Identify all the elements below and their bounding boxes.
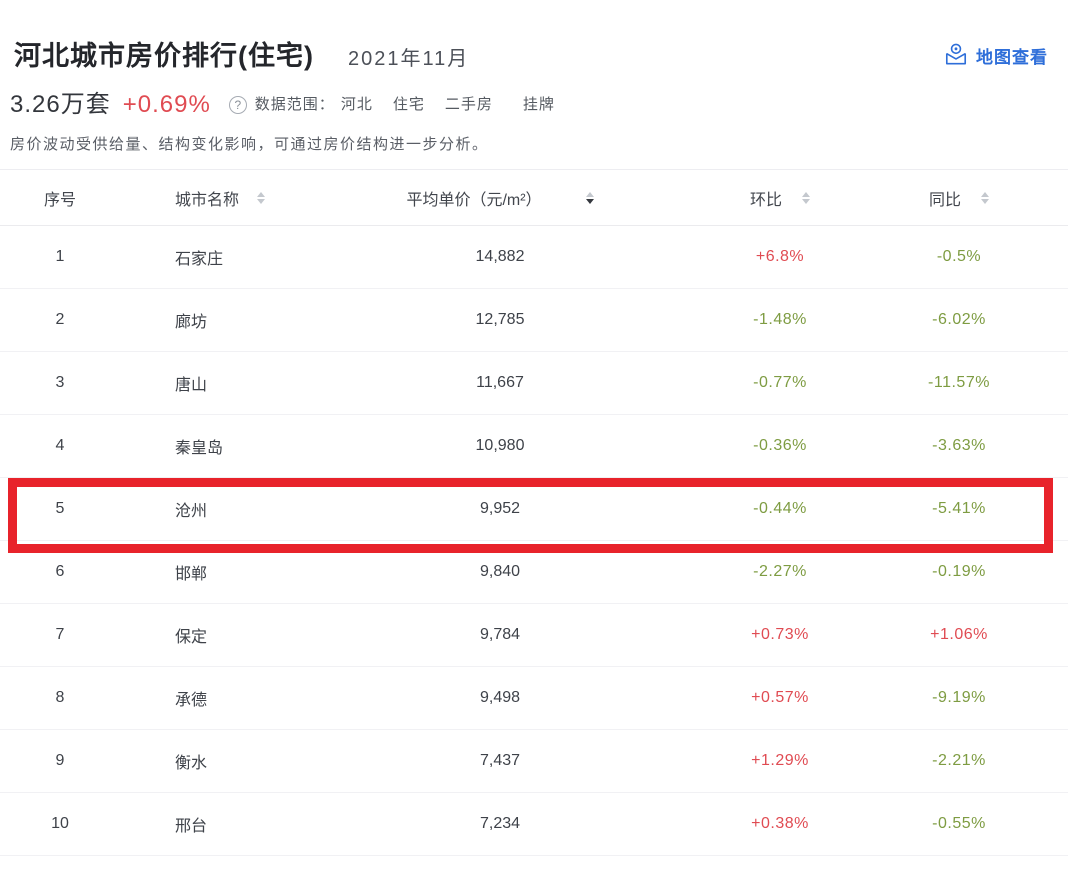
mom-cell: +0.57% (670, 689, 890, 707)
rank-cell: 4 (0, 437, 120, 455)
help-icon[interactable]: ? (229, 96, 247, 114)
mom-cell: -2.27% (670, 563, 890, 581)
table-row[interactable]: 2 廊坊 12,785 -1.48% -6.02% (0, 289, 1068, 352)
yoy-cell: -0.5% (890, 248, 1068, 266)
scope-label: 数据范围： (255, 96, 335, 113)
price-cell: 9,498 (330, 689, 670, 707)
page-title: 河北城市房价排行(住宅) (14, 36, 314, 76)
listing-change: +0.69% (123, 90, 211, 120)
scope-tag-type[interactable]: 住宅 (393, 96, 425, 113)
map-pin-icon (943, 42, 969, 68)
listing-count: 3.26万套 (10, 90, 111, 120)
col-header-yoy[interactable]: 同比 (890, 186, 1068, 210)
table-row[interactable]: 6 邯郸 9,840 -2.27% -0.19% (0, 541, 1068, 604)
price-cell: 9,952 (330, 500, 670, 518)
yoy-cell: -5.41% (890, 500, 1068, 518)
mom-cell: +6.8% (670, 248, 890, 266)
mom-cell: +0.38% (670, 815, 890, 833)
city-cell[interactable]: 廊坊 (120, 308, 330, 332)
map-view-label[interactable]: 地图查看 (976, 43, 1048, 68)
city-cell[interactable]: 衡水 (120, 749, 330, 773)
col-header-price[interactable]: 平均单价（元/m²） (330, 186, 670, 210)
stats-bar: 3.26万套 +0.69% ? 数据范围： 河北 住宅 二手房 挂牌 (0, 90, 1068, 120)
rank-cell: 3 (0, 374, 120, 392)
city-cell[interactable]: 承德 (120, 686, 330, 710)
yoy-cell: -0.19% (890, 563, 1068, 581)
city-cell[interactable]: 邢台 (120, 812, 330, 836)
price-cell: 9,784 (330, 626, 670, 644)
yoy-cell: -0.55% (890, 815, 1068, 833)
city-cell[interactable]: 石家庄 (120, 245, 330, 269)
mom-cell: -0.44% (670, 500, 890, 518)
table-body: 1 石家庄 14,882 +6.8% -0.5% 2 廊坊 12,785 -1.… (0, 226, 1068, 856)
mom-cell: +1.29% (670, 752, 890, 770)
col-header-price-label: 平均单价（元/m²） (406, 186, 541, 210)
sort-icon-price[interactable] (586, 192, 594, 204)
sort-icon-yoy[interactable] (981, 192, 989, 204)
city-cell[interactable]: 邯郸 (120, 560, 330, 584)
yoy-cell: -3.63% (890, 437, 1068, 455)
map-view-link[interactable]: 地图查看 (943, 42, 1048, 68)
mom-cell: -1.48% (670, 311, 890, 329)
rank-cell: 7 (0, 626, 120, 644)
price-cell: 9,840 (330, 563, 670, 581)
table-header: 序号 城市名称 平均单价（元/m²） 环比 同比 (0, 170, 1068, 226)
price-cell: 10,980 (330, 437, 670, 455)
yoy-cell: +1.06% (890, 626, 1068, 644)
page: 河北城市房价排行(住宅) 2021年11月 地图查看 3.26万套 +0.69%… (0, 0, 1068, 882)
col-header-city-label: 城市名称 (175, 186, 239, 210)
city-cell[interactable]: 沧州 (120, 497, 330, 521)
rank-cell: 9 (0, 752, 120, 770)
yoy-cell: -6.02% (890, 311, 1068, 329)
report-month: 2021年11月 (348, 42, 469, 71)
rank-cell: 5 (0, 500, 120, 518)
yoy-cell: -2.21% (890, 752, 1068, 770)
note-text: 房价波动受供给量、结构变化影响，可通过房价结构进一步分析。 (0, 134, 1068, 156)
sort-icon-mom[interactable] (802, 192, 810, 204)
table-row[interactable]: 10 邢台 7,234 +0.38% -0.55% (0, 793, 1068, 856)
table-row[interactable]: 3 唐山 11,667 -0.77% -11.57% (0, 352, 1068, 415)
table-row[interactable]: 1 石家庄 14,882 +6.8% -0.5% (0, 226, 1068, 289)
price-cell: 7,437 (330, 752, 670, 770)
table-row[interactable]: 9 衡水 7,437 +1.29% -2.21% (0, 730, 1068, 793)
rank-cell: 2 (0, 311, 120, 329)
data-scope: 数据范围： 河北 住宅 二手房 挂牌 (255, 90, 555, 120)
table-row[interactable]: 8 承德 9,498 +0.57% -9.19% (0, 667, 1068, 730)
price-cell: 7,234 (330, 815, 670, 833)
scope-tag-market[interactable]: 二手房 (445, 96, 493, 113)
price-cell: 14,882 (330, 248, 670, 266)
table-row[interactable]: 7 保定 9,784 +0.73% +1.06% (0, 604, 1068, 667)
city-cell[interactable]: 保定 (120, 623, 330, 647)
yoy-cell: -9.19% (890, 689, 1068, 707)
col-header-mom[interactable]: 环比 (670, 186, 890, 210)
header: 河北城市房价排行(住宅) 2021年11月 (0, 0, 1068, 76)
mom-cell: -0.77% (670, 374, 890, 392)
mom-cell: -0.36% (670, 437, 890, 455)
scope-tag-region[interactable]: 河北 (341, 96, 373, 113)
col-header-mom-label: 环比 (750, 186, 782, 210)
table-row[interactable]: 5 沧州 9,952 -0.44% -5.41% (0, 478, 1068, 541)
yoy-cell: -11.57% (890, 374, 1068, 392)
col-header-city[interactable]: 城市名称 (120, 186, 330, 210)
rank-cell: 8 (0, 689, 120, 707)
price-cell: 11,667 (330, 374, 670, 392)
rank-cell: 6 (0, 563, 120, 581)
price-cell: 12,785 (330, 311, 670, 329)
city-cell[interactable]: 唐山 (120, 371, 330, 395)
rank-cell: 10 (0, 815, 120, 833)
table-row[interactable]: 4 秦皇岛 10,980 -0.36% -3.63% (0, 415, 1068, 478)
col-header-rank: 序号 (0, 186, 120, 210)
city-cell[interactable]: 秦皇岛 (120, 434, 330, 458)
scope-tag-status[interactable]: 挂牌 (523, 96, 555, 113)
col-header-yoy-label: 同比 (929, 186, 961, 210)
sort-icon-city[interactable] (257, 192, 265, 204)
mom-cell: +0.73% (670, 626, 890, 644)
rank-cell: 1 (0, 248, 120, 266)
